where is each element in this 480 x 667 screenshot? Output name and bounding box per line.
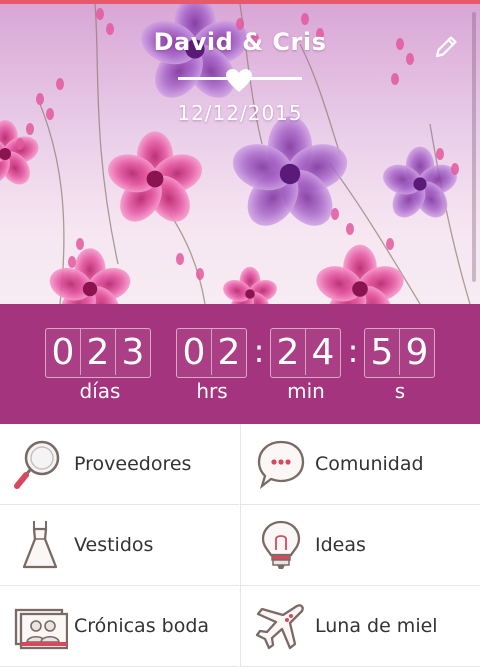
menu-grid: Proveedores Comunidad Vestidos Ideas Cró… — [0, 424, 480, 667]
hours-digit: 2 — [217, 331, 241, 373]
menu-label: Luna de miel — [315, 615, 438, 637]
magnifier-icon — [14, 440, 60, 489]
wedding-date: 12/12/2015 — [177, 101, 303, 125]
seconds-digit: 9 — [405, 331, 429, 373]
heart-icon — [226, 69, 252, 92]
menu-item-vestidos[interactable]: Vestidos — [0, 505, 239, 586]
days-digit: 0 — [46, 329, 81, 375]
minutes-digit: 2 — [271, 329, 306, 375]
seconds-label: s — [394, 379, 406, 403]
chat-bubble-icon — [257, 440, 305, 490]
days-digit: 3 — [121, 331, 145, 373]
dress-icon — [22, 521, 58, 569]
lightbulb-icon — [261, 520, 301, 569]
minutes-label: min — [287, 379, 325, 403]
minutes-counter: 2 4 — [270, 328, 341, 378]
menu-item-comunidad[interactable]: Comunidad — [240, 424, 480, 505]
menu-item-ideas[interactable]: Ideas — [240, 505, 480, 586]
time-separator: : — [347, 332, 359, 370]
days-label: días — [79, 379, 121, 403]
days-counter: 0 2 3 — [45, 328, 151, 378]
countdown-panel: 0 2 3 días 0 2 hrs : 2 4 min : 5 9 s — [0, 304, 480, 424]
airplane-icon — [255, 604, 304, 650]
seconds-counter: 5 9 — [364, 328, 435, 378]
menu-item-proveedores[interactable]: Proveedores — [0, 424, 239, 505]
time-separator: : — [253, 332, 265, 370]
hours-label: hrs — [196, 379, 228, 403]
menu-item-cronicas-boda[interactable]: Crónicas boda — [0, 586, 239, 667]
days-digit: 2 — [81, 329, 116, 375]
menu-label: Vestidos — [74, 534, 154, 556]
menu-label: Proveedores — [74, 453, 192, 475]
menu-label: Ideas — [315, 534, 366, 556]
hours-counter: 0 2 — [176, 328, 247, 378]
minutes-digit: 4 — [311, 331, 335, 373]
menu-item-luna-de-miel[interactable]: Luna de miel — [240, 586, 480, 667]
menu-label: Crónicas boda — [74, 615, 210, 637]
hours-digit: 0 — [177, 329, 212, 375]
menu-label: Comunidad — [315, 453, 424, 475]
photo-album-icon — [14, 608, 68, 650]
couple-names: David & Cris — [153, 28, 327, 56]
seconds-digit: 5 — [365, 329, 400, 375]
pencil-icon[interactable] — [432, 33, 460, 61]
